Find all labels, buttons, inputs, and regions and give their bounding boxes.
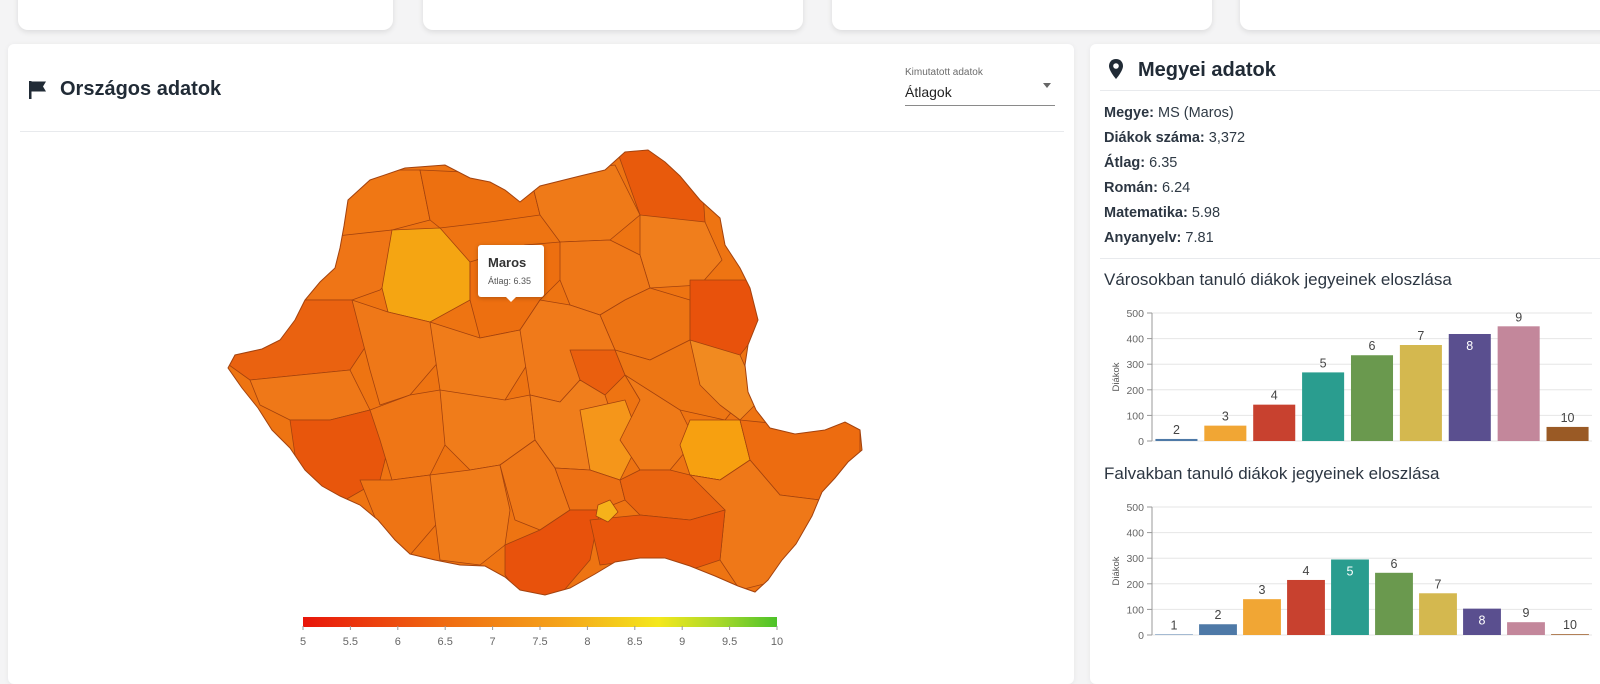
y-tick-label: 200 xyxy=(1126,579,1144,591)
y-tick-label: 500 xyxy=(1126,308,1144,320)
info-average: Átlag: 6.35 xyxy=(1104,155,1178,171)
bar-value-label: 2 xyxy=(1215,608,1222,622)
county-data-title: Megyei adatok xyxy=(1138,59,1276,81)
y-tick-label: 200 xyxy=(1126,385,1144,397)
bar-value-label: 6 xyxy=(1391,557,1398,571)
y-tick-label: 300 xyxy=(1126,359,1144,371)
bar-value-label: 8 xyxy=(1479,614,1486,628)
grade-bar-5[interactable] xyxy=(1302,372,1345,441)
info-native-language: Anyanyelv: 7.81 xyxy=(1104,230,1214,246)
grade-bar-9[interactable] xyxy=(1507,622,1545,635)
legend-tick-label: 7.5 xyxy=(532,636,547,648)
legend-tick-label: 8 xyxy=(584,636,590,648)
bar-value-label: 9 xyxy=(1523,606,1530,620)
map-pin-icon xyxy=(1109,59,1123,79)
y-axis-label: Diákok xyxy=(1111,362,1122,391)
grade-bar-10[interactable] xyxy=(1551,634,1589,635)
legend-ticks: 5 5.5 6 6.5 7 7.5 8 8.5 9 9.5 10 xyxy=(300,626,783,648)
grade-bar-2[interactable] xyxy=(1199,624,1237,635)
bar-value-label: 6 xyxy=(1369,339,1376,353)
grade-bar-7[interactable] xyxy=(1399,345,1442,441)
bar-value-label: 4 xyxy=(1271,389,1278,403)
legend-tick-label: 10 xyxy=(771,636,783,648)
y-tick-label: 400 xyxy=(1126,334,1144,346)
grade-bar-4[interactable] xyxy=(1253,404,1296,441)
grade-bar-1[interactable] xyxy=(1155,634,1193,635)
grade-bar-9[interactable] xyxy=(1497,326,1540,441)
legend-tick-label: 8.5 xyxy=(627,636,642,648)
y-tick-label: 0 xyxy=(1138,630,1144,642)
info-mathematics: Matematika: 5.98 xyxy=(1104,205,1221,221)
bar-value-label: 1 xyxy=(1171,618,1178,632)
grade-bar-3[interactable] xyxy=(1204,425,1247,441)
bar-value-label: 7 xyxy=(1417,329,1424,343)
info-student-count: Diákok száma: 3,372 xyxy=(1104,130,1246,146)
bar-value-label: 8 xyxy=(1466,339,1473,353)
y-tick-label: 300 xyxy=(1126,553,1144,565)
grade-bar-6[interactable] xyxy=(1375,572,1413,635)
bar-value-label: 7 xyxy=(1435,577,1442,591)
y-tick-label: 500 xyxy=(1126,502,1144,514)
map-tooltip: Maros Átlag: 6.35 xyxy=(478,245,544,297)
tooltip-average: Átlag: 6.35 xyxy=(488,276,532,286)
legend-tick-label: 6.5 xyxy=(438,636,453,648)
grade-bar-2[interactable] xyxy=(1155,438,1198,441)
bar-value-label: 2 xyxy=(1173,423,1180,437)
bar-value-label: 3 xyxy=(1259,583,1266,597)
y-tick-label: 400 xyxy=(1126,528,1144,540)
bar-value-label: 3 xyxy=(1222,410,1229,424)
bar-value-label: 5 xyxy=(1347,564,1354,578)
legend-tick-label: 9 xyxy=(679,636,685,648)
grade-bar-10[interactable] xyxy=(1546,426,1589,441)
summary-card-4 xyxy=(1240,0,1600,30)
legend-tick-label: 7 xyxy=(490,636,496,648)
info-county: Megye: MS (Maros) xyxy=(1104,105,1234,121)
tooltip-pointer xyxy=(505,296,517,302)
y-tick-label: 0 xyxy=(1138,436,1144,448)
village-grade-distribution-chart: 0 100 200 300 400 500 Diákok 1 2 3 4 5 6 7 8 9 10 xyxy=(1111,502,1592,642)
bar-value-label: 10 xyxy=(1561,411,1575,425)
info-divider xyxy=(1100,258,1600,259)
romania-county-map xyxy=(227,149,863,596)
bar-value-label: 9 xyxy=(1515,310,1522,324)
grade-bar-6[interactable] xyxy=(1350,355,1394,441)
bar-value-label: 5 xyxy=(1320,356,1327,370)
grade-bar-7[interactable] xyxy=(1419,593,1457,635)
city-chart-title: Városokban tanuló diákok jegyeinek elosz… xyxy=(1104,270,1452,289)
legend-tick-label: 5.5 xyxy=(343,636,358,648)
tooltip-county-name: Maros xyxy=(488,255,527,270)
legend-tick-label: 9.5 xyxy=(722,636,737,648)
bar-value-label: 4 xyxy=(1303,564,1310,578)
village-chart-title: Falvakban tanuló diákok jegyeinek eloszl… xyxy=(1104,464,1440,483)
y-tick-label: 100 xyxy=(1126,410,1144,422)
bar-value-label: 10 xyxy=(1563,618,1577,632)
y-tick-label: 100 xyxy=(1126,604,1144,616)
right-header-divider xyxy=(1100,90,1600,91)
y-axis-label: Diákok xyxy=(1111,556,1122,585)
city-grade-distribution-chart: 0 100 200 300 400 500 Diákok 2 3 4 5 6 7 8 9 10 xyxy=(1111,308,1592,448)
legend-tick-label: 5 xyxy=(300,636,306,648)
info-romanian: Román: 6.24 xyxy=(1104,180,1191,196)
grade-bar-4[interactable] xyxy=(1287,579,1325,635)
legend-tick-label: 6 xyxy=(395,636,401,648)
grade-bar-3[interactable] xyxy=(1243,599,1281,635)
